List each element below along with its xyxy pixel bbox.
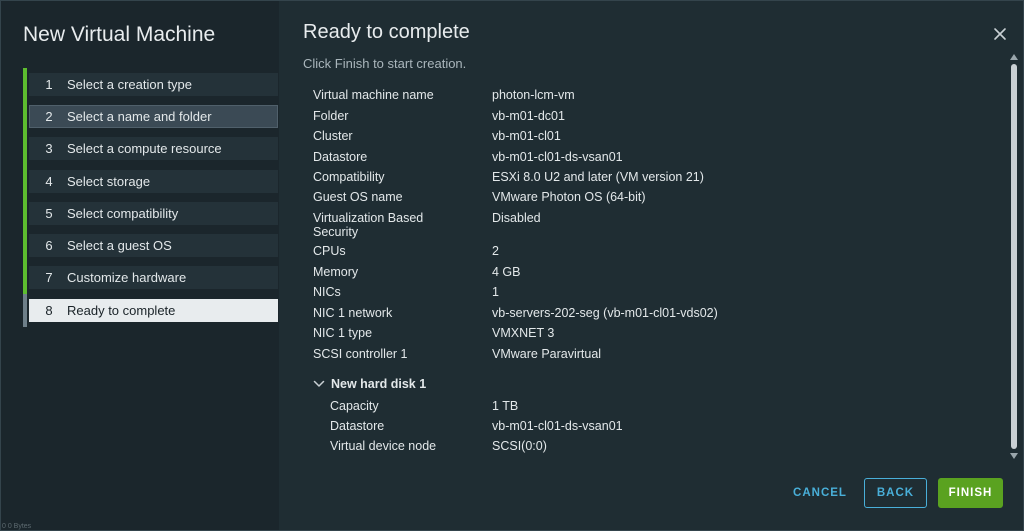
step-number: 6	[45, 238, 53, 253]
step-name-and-folder[interactable]: 2 Select a name and folder	[23, 100, 278, 133]
disk-value: 1 TB	[492, 399, 519, 413]
step-guest-os[interactable]: 6 Select a guest OS	[23, 229, 278, 262]
step-number: 7	[45, 270, 53, 285]
summary-key: CPUs	[313, 244, 346, 258]
step-label: Select a compute resource	[67, 141, 222, 156]
cancel-button[interactable]: CANCEL	[787, 478, 853, 508]
new-vm-dialog: New Virtual Machine 1 Select a creation …	[0, 0, 1024, 531]
step-label: Select a creation type	[67, 77, 193, 92]
step-progress-bar	[23, 100, 27, 133]
summary-value: ESXi 8.0 U2 and later (VM version 21)	[492, 170, 704, 184]
step-label: Select a guest OS	[67, 238, 172, 253]
status-corner-text: 0 0 Bytes	[2, 523, 32, 530]
step-progress-bar	[23, 261, 27, 294]
summary-key: SCSI controller 1	[313, 347, 408, 361]
step-label: Select compatibility	[67, 206, 179, 221]
summary-key: Compatibility	[313, 170, 385, 184]
hard-disk-toggle[interactable]: New hard disk 1	[313, 377, 426, 391]
disk-key: Virtual device node	[330, 439, 437, 453]
step-number: 4	[45, 174, 53, 189]
step-progress-bar	[23, 165, 27, 198]
summary-key: Cluster	[313, 129, 353, 143]
summary-key: NIC 1 network	[313, 306, 393, 320]
step-number: 5	[45, 206, 53, 221]
finish-button[interactable]: FINISH	[938, 478, 1003, 508]
summary-key: Virtualization Based Security	[313, 211, 424, 239]
disk-key: Datastore	[330, 419, 385, 433]
step-compute-resource[interactable]: 3 Select a compute resource	[23, 132, 278, 165]
summary-value: Disabled	[492, 211, 541, 225]
summary-value: 2	[492, 244, 499, 258]
step-label: Select storage	[67, 174, 151, 189]
step-label: Customize hardware	[67, 270, 187, 285]
disk-key: Capacity	[330, 399, 379, 413]
step-progress-bar	[23, 294, 27, 327]
summary-value: 1	[492, 285, 499, 299]
scroll-down-arrow[interactable]	[1010, 453, 1018, 459]
step-number: 2	[45, 109, 53, 124]
step-storage[interactable]: 4 Select storage	[23, 165, 278, 198]
step-number: 8	[45, 303, 53, 318]
summary-value: 4 GB	[492, 265, 521, 279]
step-label: Select a name and folder	[67, 109, 212, 124]
step-ready-to-complete[interactable]: 8 Ready to complete	[23, 294, 278, 327]
page-title: Ready to complete	[303, 21, 470, 43]
scroll-up-arrow[interactable]	[1010, 54, 1018, 60]
screen: New Virtual Machine 1 Select a creation …	[0, 0, 1024, 531]
summary-key: NIC 1 type	[313, 326, 373, 340]
scroll-thumb[interactable]	[1011, 64, 1017, 449]
summary-key: NICs	[313, 285, 341, 299]
summary-list[interactable]: Virtual machine name photon-lcm-vm Folde…	[313, 83, 1003, 463]
summary-value: VMXNET 3	[492, 326, 555, 340]
summary-value: photon-lcm-vm	[492, 88, 575, 102]
summary-value: vb-m01-cl01-ds-vsan01	[492, 150, 623, 164]
close-button[interactable]	[993, 27, 1009, 43]
wizard-content: Ready to complete Click Finish to start …	[279, 1, 1023, 530]
back-button[interactable]: BACK	[864, 478, 927, 508]
step-customize-hardware[interactable]: 7 Customize hardware	[23, 261, 278, 294]
chevron-down-icon	[313, 380, 325, 387]
summary-value: vb-m01-dc01	[492, 109, 565, 123]
step-number: 1	[45, 77, 53, 92]
summary-key: Guest OS name	[313, 190, 403, 204]
summary-value: vb-m01-cl01	[492, 129, 561, 143]
step-progress-bar	[23, 229, 27, 262]
summary-value: vb-servers-202-seg (vb-m01-cl01-vds02)	[492, 306, 718, 320]
step-progress-bar	[23, 197, 27, 230]
summary-key: Datastore	[313, 150, 368, 164]
step-label: Ready to complete	[67, 303, 176, 318]
step-progress-bar	[23, 132, 27, 165]
close-icon	[994, 28, 1006, 40]
page-subtitle: Click Finish to start creation.	[303, 56, 467, 71]
summary-key: Memory	[313, 265, 359, 279]
summary-value: VMware Photon OS (64-bit)	[492, 190, 646, 204]
summary-key: Virtual machine name	[313, 88, 434, 102]
step-creation-type[interactable]: 1 Select a creation type	[23, 68, 278, 101]
hard-disk-header: New hard disk 1	[331, 377, 427, 391]
disk-value: SCSI(0:0)	[492, 439, 547, 453]
step-compatibility[interactable]: 5 Select compatibility	[23, 197, 278, 230]
step-progress-bar	[23, 68, 27, 101]
summary-value: VMware Paravirtual	[492, 347, 602, 361]
step-number: 3	[45, 141, 53, 156]
wizard-nav: New Virtual Machine 1 Select a creation …	[1, 1, 279, 530]
disk-value: vb-m01-cl01-ds-vsan01	[492, 419, 623, 433]
summary-key: Folder	[313, 109, 349, 123]
dialog-title: New Virtual Machine	[23, 23, 216, 46]
summary-scrollbar[interactable]	[1009, 52, 1019, 463]
